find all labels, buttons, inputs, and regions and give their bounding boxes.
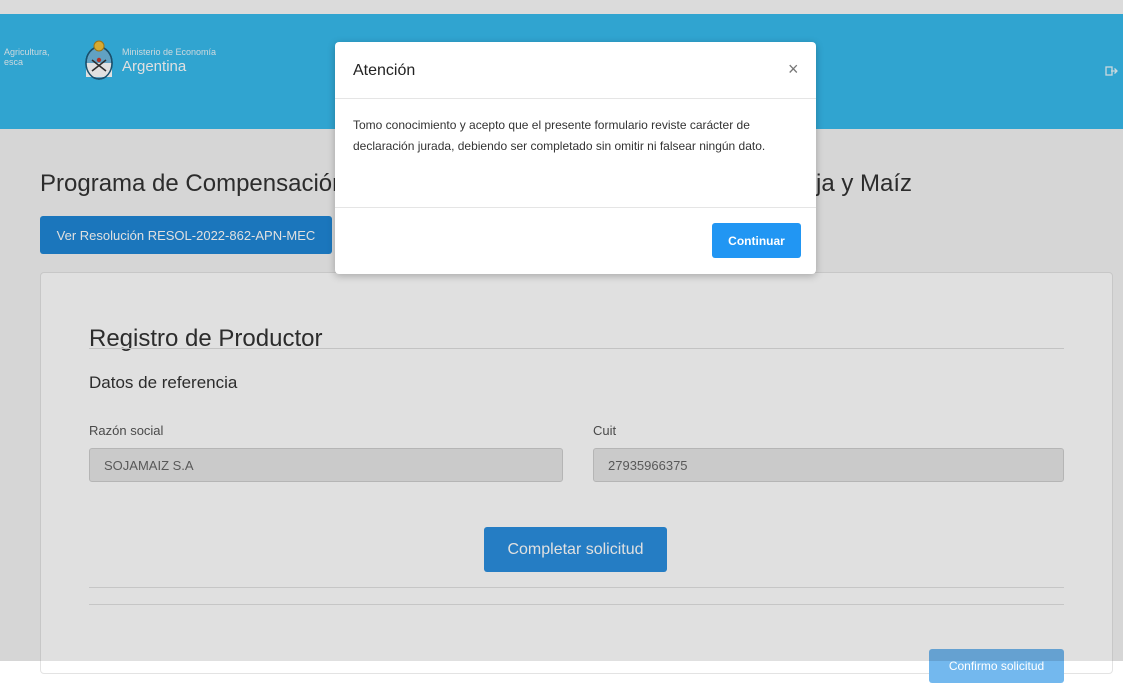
modal-body-text: Tomo conocimiento y acepto que el presen… bbox=[353, 118, 766, 153]
continue-button[interactable]: Continuar bbox=[712, 223, 801, 258]
modal-footer-divider bbox=[335, 207, 816, 208]
page: Agricultura, esca Ministerio de Economía… bbox=[0, 0, 1123, 683]
modal-title: Atención bbox=[353, 62, 416, 79]
modal-header-divider bbox=[335, 98, 816, 99]
attention-modal: Atención × Tomo conocimiento y acepto qu… bbox=[335, 42, 816, 274]
close-icon[interactable]: × bbox=[788, 59, 799, 80]
